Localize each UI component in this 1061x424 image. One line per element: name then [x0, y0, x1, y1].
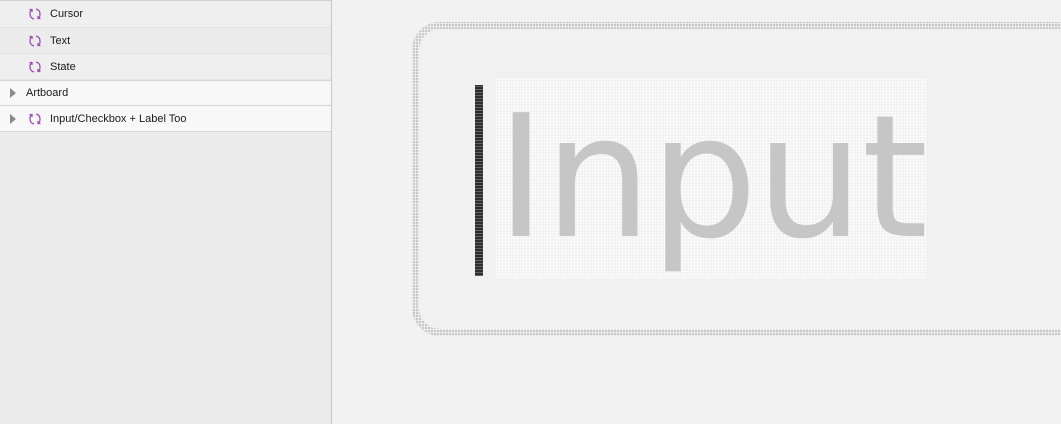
layer-label: Artboard [26, 87, 69, 99]
symbol-instance-icon [29, 112, 41, 125]
layer-label: Text [50, 34, 71, 47]
symbol-instance-icon [29, 8, 41, 20]
symbol-instance-icon [29, 60, 41, 73]
layer-row-cursor[interactable]: Cursor [0, 0, 331, 28]
text-cursor [475, 85, 483, 276]
symbol-instance-icon [29, 34, 41, 47]
layer-label: Cursor [50, 8, 84, 20]
layers-panel: Cursor Text State Artboard Input/Checkbo… [0, 0, 332, 424]
layer-label: State [50, 60, 76, 73]
disclosure-triangle-icon[interactable] [10, 88, 16, 98]
layer-row-state[interactable]: State [0, 54, 331, 80]
layer-label: Input/Checkbox + Label Too [50, 112, 187, 125]
disclosure-triangle-icon[interactable] [10, 113, 16, 124]
layer-row-input-checkbox-label-too[interactable]: Input/Checkbox + Label Too [0, 106, 331, 132]
layer-row-artboard[interactable]: Artboard [0, 80, 331, 106]
design-canvas[interactable]: Input [332, 0, 1061, 424]
input-placeholder-text: Input [496, 78, 928, 278]
layer-row-text[interactable]: Text [0, 28, 331, 54]
